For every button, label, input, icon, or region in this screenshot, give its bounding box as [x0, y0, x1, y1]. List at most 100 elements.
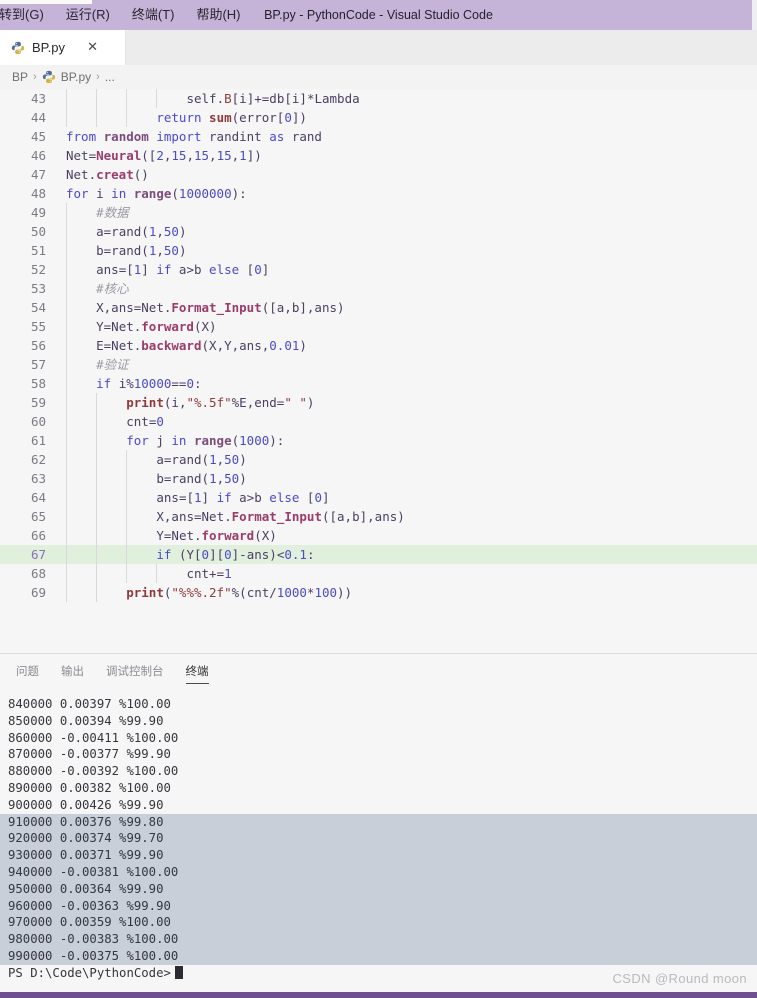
code-line[interactable]: 57 #验证 — [0, 355, 757, 374]
code-text: Y=Net.forward(X) — [156, 528, 277, 543]
code-line[interactable]: 64 ans=[1] if a>b else [0] — [0, 488, 757, 507]
terminal-line: 860000 -0.00411 %100.00 — [8, 730, 179, 745]
code-line[interactable]: 54 X,ans=Net.Format_Input([a,b],ans) — [0, 298, 757, 317]
line-number: 54 — [30, 300, 46, 315]
code-text: if i%10000==0: — [96, 376, 202, 391]
code-text: a=rand(1,50) — [96, 224, 187, 239]
terminal-line: 870000 -0.00377 %99.90 — [8, 747, 171, 762]
line-number: 63 — [30, 471, 46, 486]
python-icon-breadcrumb — [42, 70, 56, 84]
line-number: 69 — [30, 585, 46, 600]
panel-tab-1[interactable]: 输出 — [61, 654, 84, 691]
code-text: print(i,"%.5f"%E,end=" ") — [126, 395, 315, 410]
code-line[interactable]: 62 a=rand(1,50) — [0, 450, 757, 469]
code-text: cnt+=1 — [186, 566, 232, 581]
terminal-prompt[interactable]: PS D:\Code\PythonCode> — [0, 965, 757, 982]
line-number: 47 — [30, 167, 46, 182]
panel-tab-2[interactable]: 调试控制台 — [106, 654, 164, 691]
terminal-output[interactable]: 840000 0.00397 %100.00 850000 0.00394 %99… — [0, 696, 757, 998]
panel-tab-bar: 问题 输出 调试控制台 终端 — [0, 654, 757, 691]
vscode-window: 转到(G) 运行(R) 终端(T) 帮助(H) BP.py - PythonCo… — [0, 0, 757, 998]
terminal-line: 890000 0.00382 %100.00 — [8, 780, 171, 795]
code-text: Y=Net.forward(X) — [96, 319, 217, 334]
line-number: 64 — [30, 490, 46, 505]
breadcrumb-item-file[interactable]: BP.py — [61, 70, 91, 84]
menu-item-terminal[interactable]: 终端(T) — [121, 0, 186, 30]
line-number: 57 — [30, 357, 46, 372]
line-number: 48 — [30, 186, 46, 201]
bottom-panel: 问题 输出 调试控制台 终端 840000 0.00397 %100.00 850000… — [0, 653, 757, 998]
line-number: 49 — [30, 205, 46, 220]
code-line[interactable]: 69 print("%%%.2f"%(cnt/1000*100)) — [0, 583, 757, 602]
terminal-line: 880000 -0.00392 %100.00 — [8, 764, 179, 779]
code-line[interactable]: 47 Net.creat() — [0, 165, 757, 184]
breadcrumb: BP › BP.py › ... — [0, 65, 757, 89]
code-line[interactable]: 66 Y=Net.forward(X) — [0, 526, 757, 545]
line-number: 43 — [30, 91, 46, 106]
code-line[interactable]: 60 cnt=0 — [0, 412, 757, 431]
menu-bar: 转到(G) 运行(R) 终端(T) 帮助(H) — [0, 0, 251, 30]
line-number: 60 — [30, 414, 46, 429]
code-line[interactable]: 56 E=Net.backward(X,Y,ans,0.01) — [0, 336, 757, 355]
editor-tab-bp-py[interactable]: BP.py ✕ — [0, 30, 126, 65]
code-text: #核心 — [96, 281, 129, 296]
code-line[interactable]: 53 #核心 — [0, 279, 757, 298]
terminal-line: 990000 -0.00375 %100.00 — [0, 947, 757, 965]
code-text: X,ans=Net.Format_Input([a,b],ans) — [156, 509, 405, 524]
panel-tab-3[interactable]: 终端 — [185, 654, 209, 691]
code-line[interactable]: 45 from random import randint as rand — [0, 127, 757, 146]
menu-item-run[interactable]: 运行(R) — [55, 0, 121, 30]
code-line[interactable]: 50 a=rand(1,50) — [0, 222, 757, 241]
code-line[interactable]: 46 Net=Neural([2,15,15,15,1]) — [0, 146, 757, 165]
code-line[interactable]: 44 return sum(error[0]) — [0, 108, 757, 127]
line-number: 44 — [30, 110, 46, 125]
code-line[interactable]: 58 if i%10000==0: — [0, 374, 757, 393]
line-number: 45 — [30, 129, 46, 144]
code-line[interactable]: 55 Y=Net.forward(X) — [0, 317, 757, 336]
line-number: 68 — [30, 566, 46, 581]
code-text: if (Y[0][0]-ans)<0.1: — [156, 547, 315, 562]
chevron-right-icon: › — [33, 71, 37, 83]
code-line[interactable]: 49 #数据 — [0, 203, 757, 222]
code-text: ans=[1] if a>b else [0] — [96, 262, 270, 277]
code-editor[interactable]: 43 self.B[i]+=db[i]*Lambda 44 return sum(er… — [0, 89, 757, 653]
code-line[interactable]: 59 print(i,"%.5f"%E,end=" ") — [0, 393, 757, 412]
python-icon — [11, 41, 25, 55]
window-controls-area — [752, 0, 757, 30]
chevron-right-icon-2: › — [96, 71, 100, 83]
code-line[interactable]: 52 ans=[1] if a>b else [0] — [0, 260, 757, 279]
terminal-line: 980000 -0.00383 %100.00 — [0, 931, 757, 948]
code-text: a=rand(1,50) — [156, 452, 247, 467]
terminal-line: 850000 0.00394 %99.90 — [8, 713, 164, 728]
title-bar: 转到(G) 运行(R) 终端(T) 帮助(H) BP.py - PythonCo… — [0, 0, 757, 30]
code-line[interactable]: 67 if (Y[0][0]-ans)<0.1: — [0, 545, 757, 564]
breadcrumb-item-symbol[interactable]: ... — [105, 70, 115, 84]
line-number: 65 — [30, 509, 46, 524]
panel-tab-0[interactable]: 问题 — [16, 654, 39, 691]
terminal-cursor — [174, 965, 183, 979]
line-number: 58 — [30, 376, 46, 391]
code-line[interactable]: 63 b=rand(1,50) — [0, 469, 757, 488]
line-number: 53 — [30, 281, 46, 296]
code-line[interactable]: 68 cnt+=1 — [0, 564, 757, 583]
status-bar — [0, 992, 757, 998]
code-line[interactable]: 51 b=rand(1,50) — [0, 241, 757, 260]
code-line[interactable]: 65 X,ans=Net.Format_Input([a,b],ans) — [0, 507, 757, 526]
menu-item-help[interactable]: 帮助(H) — [185, 0, 251, 30]
code-text: from random import randint as rand — [66, 129, 322, 144]
line-number: 52 — [30, 262, 46, 277]
menu-item-goto[interactable]: 转到(G) — [0, 0, 55, 30]
code-text: ans=[1] if a>b else [0] — [156, 490, 330, 505]
line-number: 61 — [30, 433, 46, 448]
code-text: cnt=0 — [126, 414, 164, 429]
code-text: Net=Neural([2,15,15,15,1]) — [66, 148, 262, 163]
terminal-line: 840000 0.00397 %100.00 — [8, 697, 171, 711]
code-text: self.B[i]+=db[i]*Lambda — [186, 91, 360, 106]
close-icon[interactable]: ✕ — [84, 39, 101, 56]
code-line[interactable]: 61 for j in range(1000): — [0, 431, 757, 450]
breadcrumb-item-folder[interactable]: BP — [12, 70, 28, 84]
code-line[interactable]: 43 self.B[i]+=db[i]*Lambda — [0, 89, 757, 108]
code-line[interactable]: 48 for i in range(1000000): — [0, 184, 757, 203]
line-number: 56 — [30, 338, 46, 353]
terminal-line: 960000 -0.00363 %99.90 — [0, 897, 757, 915]
